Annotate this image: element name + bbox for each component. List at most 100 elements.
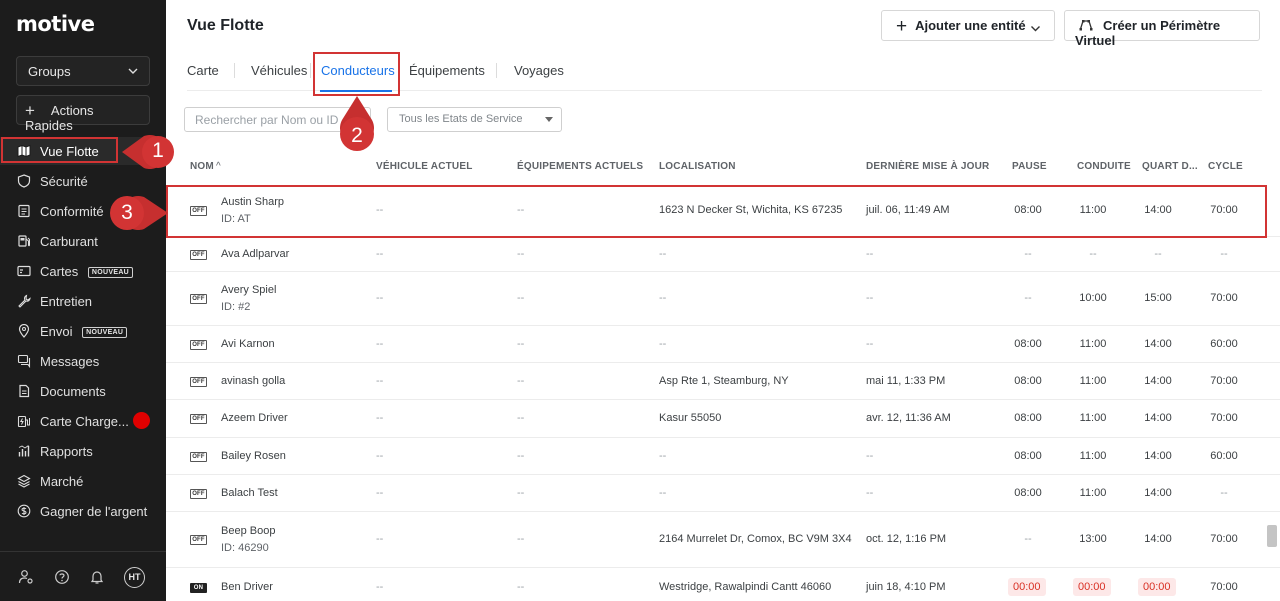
table-row[interactable]: OFF Azeem Driver -- -- Kasur 55050 avr. 12, 1…	[166, 400, 1280, 438]
driver-id: ID: #2	[221, 301, 251, 313]
cell-cycle: --	[1220, 248, 1228, 260]
duty-status-badge: OFF	[190, 294, 207, 304]
sidebar-item-label: Marché	[40, 474, 84, 489]
annotation-number: 2	[351, 124, 363, 147]
cell-equipment: --	[517, 412, 525, 424]
column-header-quart[interactable]: QUART D...	[1142, 161, 1198, 172]
column-header-equipements[interactable]: ÉQUIPEMENTS ACTUELS	[517, 161, 643, 172]
driver-name[interactable]: Avery Spiel	[221, 284, 276, 296]
caret-down-icon	[545, 117, 553, 122]
driver-name[interactable]: Bailey Rosen	[221, 450, 286, 462]
table-row[interactable]: ON Ben Driver -- -- Westridge, Rawalpindi Ca…	[166, 568, 1280, 601]
avatar[interactable]: HT	[124, 567, 145, 588]
column-header-nom[interactable]: NOM ^	[190, 161, 221, 172]
chat-icon	[17, 354, 31, 368]
help-icon[interactable]	[54, 569, 70, 585]
sidebar-item-envoi[interactable]: Envoi NOUVEAU	[0, 317, 166, 345]
sidebar-item-label: Cartes	[40, 264, 79, 279]
column-header-cycle[interactable]: CYCLE	[1208, 161, 1243, 172]
new-badge: NOUVEAU	[87, 267, 134, 278]
sidebar-item-entretien[interactable]: Entretien	[0, 287, 166, 315]
annotation-number: 1	[152, 139, 164, 162]
service-state-value: Tous les Etats de Service	[399, 113, 523, 125]
sidebar-item-marche[interactable]: Marché	[0, 467, 166, 495]
sidebar-item-gagner-argent[interactable]: Gagner de l'argent	[0, 497, 166, 525]
column-header-localisation[interactable]: LOCALISATION	[659, 161, 736, 172]
sidebar-item-label: Messages	[40, 354, 100, 369]
driver-name[interactable]: Avi Karnon	[221, 338, 275, 350]
sidebar-item-label: Carburant	[40, 234, 98, 249]
hos-violation-value: 00:00	[1008, 578, 1046, 596]
cell-equipment: --	[517, 487, 525, 499]
table-row[interactable]: OFF Avery Spiel ID: #2 -- -- -- -- -- 10:00 15:00…	[166, 272, 1280, 326]
cell-drive: 11:00	[1079, 450, 1107, 462]
chevron-down-icon	[1030, 22, 1041, 33]
cell-equipment: --	[517, 292, 525, 304]
tab-carte[interactable]: Carte	[187, 63, 219, 78]
cell-vehicle: --	[376, 292, 384, 304]
cell-cycle: 60:00	[1210, 450, 1238, 462]
cell-drive: --	[1089, 248, 1097, 260]
sidebar: motive Groups + Actions Rapides Vue Flot…	[0, 0, 166, 601]
add-entity-button[interactable]: + Ajouter une entité	[881, 10, 1055, 41]
plus-icon: +	[896, 16, 908, 37]
driver-name[interactable]: avinash golla	[221, 375, 285, 387]
sidebar-item-messages[interactable]: Messages	[0, 347, 166, 375]
groups-label: Groups	[28, 64, 71, 79]
geofence-icon	[1079, 18, 1093, 32]
column-header-derniere-maj[interactable]: DERNIÈRE MISE À JOUR	[866, 161, 989, 172]
tab-voyages[interactable]: Voyages	[514, 63, 564, 78]
sidebar-item-label: Envoi	[40, 324, 73, 339]
driver-name[interactable]: Ben Driver	[221, 581, 273, 593]
sidebar-item-rapports[interactable]: Rapports	[0, 437, 166, 465]
cell-cycle: 70:00	[1210, 292, 1238, 304]
create-geofence-button[interactable]: Créer un Périmètre Virtuel	[1064, 10, 1260, 48]
cell-updated: oct. 12, 1:16 PM	[866, 533, 947, 545]
table-row[interactable]: OFF Avi Karnon -- -- -- -- 08:00 11:00 14:00 60:0…	[166, 326, 1280, 363]
table-row[interactable]: OFF Ava Adlparvar -- -- -- -- -- -- -- --	[166, 237, 1280, 272]
cell-updated: --	[866, 338, 874, 350]
table-row[interactable]: OFF Bailey Rosen -- -- -- -- 08:00 11:00 14:00 60…	[166, 438, 1280, 475]
column-header-vehicule[interactable]: VÉHICULE ACTUEL	[376, 161, 473, 172]
annotation-marker-3	[106, 194, 168, 232]
service-state-select[interactable]: Tous les Etats de Service	[387, 107, 562, 132]
sidebar-item-cartes[interactable]: Cartes NOUVEAU	[0, 257, 166, 285]
duty-status-badge: OFF	[190, 489, 207, 499]
cell-updated: avr. 12, 11:36 AM	[866, 412, 951, 424]
driver-name[interactable]: Beep Boop	[221, 525, 275, 537]
table-row[interactable]: OFF avinash golla -- -- Asp Rte 1, Steamburg…	[166, 363, 1280, 400]
cell-vehicle: --	[376, 338, 384, 350]
cell-updated: mai 11, 1:33 PM	[866, 375, 946, 387]
page-title: Vue Flotte	[187, 17, 264, 34]
motive-logo[interactable]: motive	[16, 12, 95, 36]
document-list-icon	[17, 204, 31, 218]
column-header-pause[interactable]: PAUSE	[1012, 161, 1047, 172]
sidebar-item-label: Gagner de l'argent	[40, 504, 148, 519]
create-geofence-label: Créer un Périmètre Virtuel	[1075, 18, 1221, 48]
bell-icon[interactable]	[89, 569, 105, 585]
driver-name[interactable]: Azeem Driver	[221, 412, 288, 424]
tab-equipements[interactable]: Équipements	[409, 63, 485, 78]
table-row[interactable]: OFF Beep Boop ID: 46290 -- -- 2164 Murrelet D…	[166, 512, 1280, 568]
cell-pause: --	[1024, 248, 1032, 260]
groups-dropdown[interactable]: Groups	[16, 56, 150, 86]
cell-updated: --	[866, 487, 874, 499]
sidebar-item-securite[interactable]: Sécurité	[0, 167, 166, 195]
cell-vehicle: --	[376, 248, 384, 260]
sidebar-item-documents[interactable]: Documents	[0, 377, 166, 405]
fuel-pump-icon	[17, 234, 31, 248]
annotation-number: 3	[121, 201, 133, 224]
cell-shift: 14:00	[1144, 375, 1172, 387]
scrollbar-thumb[interactable]	[1267, 525, 1277, 547]
driver-name[interactable]: Ava Adlparvar	[221, 248, 289, 260]
cell-drive: 11:00	[1079, 375, 1107, 387]
tab-vehicules[interactable]: Véhicules	[251, 63, 307, 78]
cell-location: --	[659, 450, 667, 462]
user-settings-icon[interactable]	[18, 569, 34, 585]
quick-actions-button[interactable]: + Actions Rapides	[16, 95, 150, 133]
column-header-conduite[interactable]: CONDUITE	[1077, 161, 1131, 172]
cell-drive: 11:00	[1079, 487, 1107, 499]
driver-name[interactable]: Balach Test	[221, 487, 278, 499]
app-window: motive Groups + Actions Rapides Vue Flot…	[0, 0, 1280, 601]
table-row[interactable]: OFF Balach Test -- -- -- -- 08:00 11:00 14:00 --	[166, 475, 1280, 512]
